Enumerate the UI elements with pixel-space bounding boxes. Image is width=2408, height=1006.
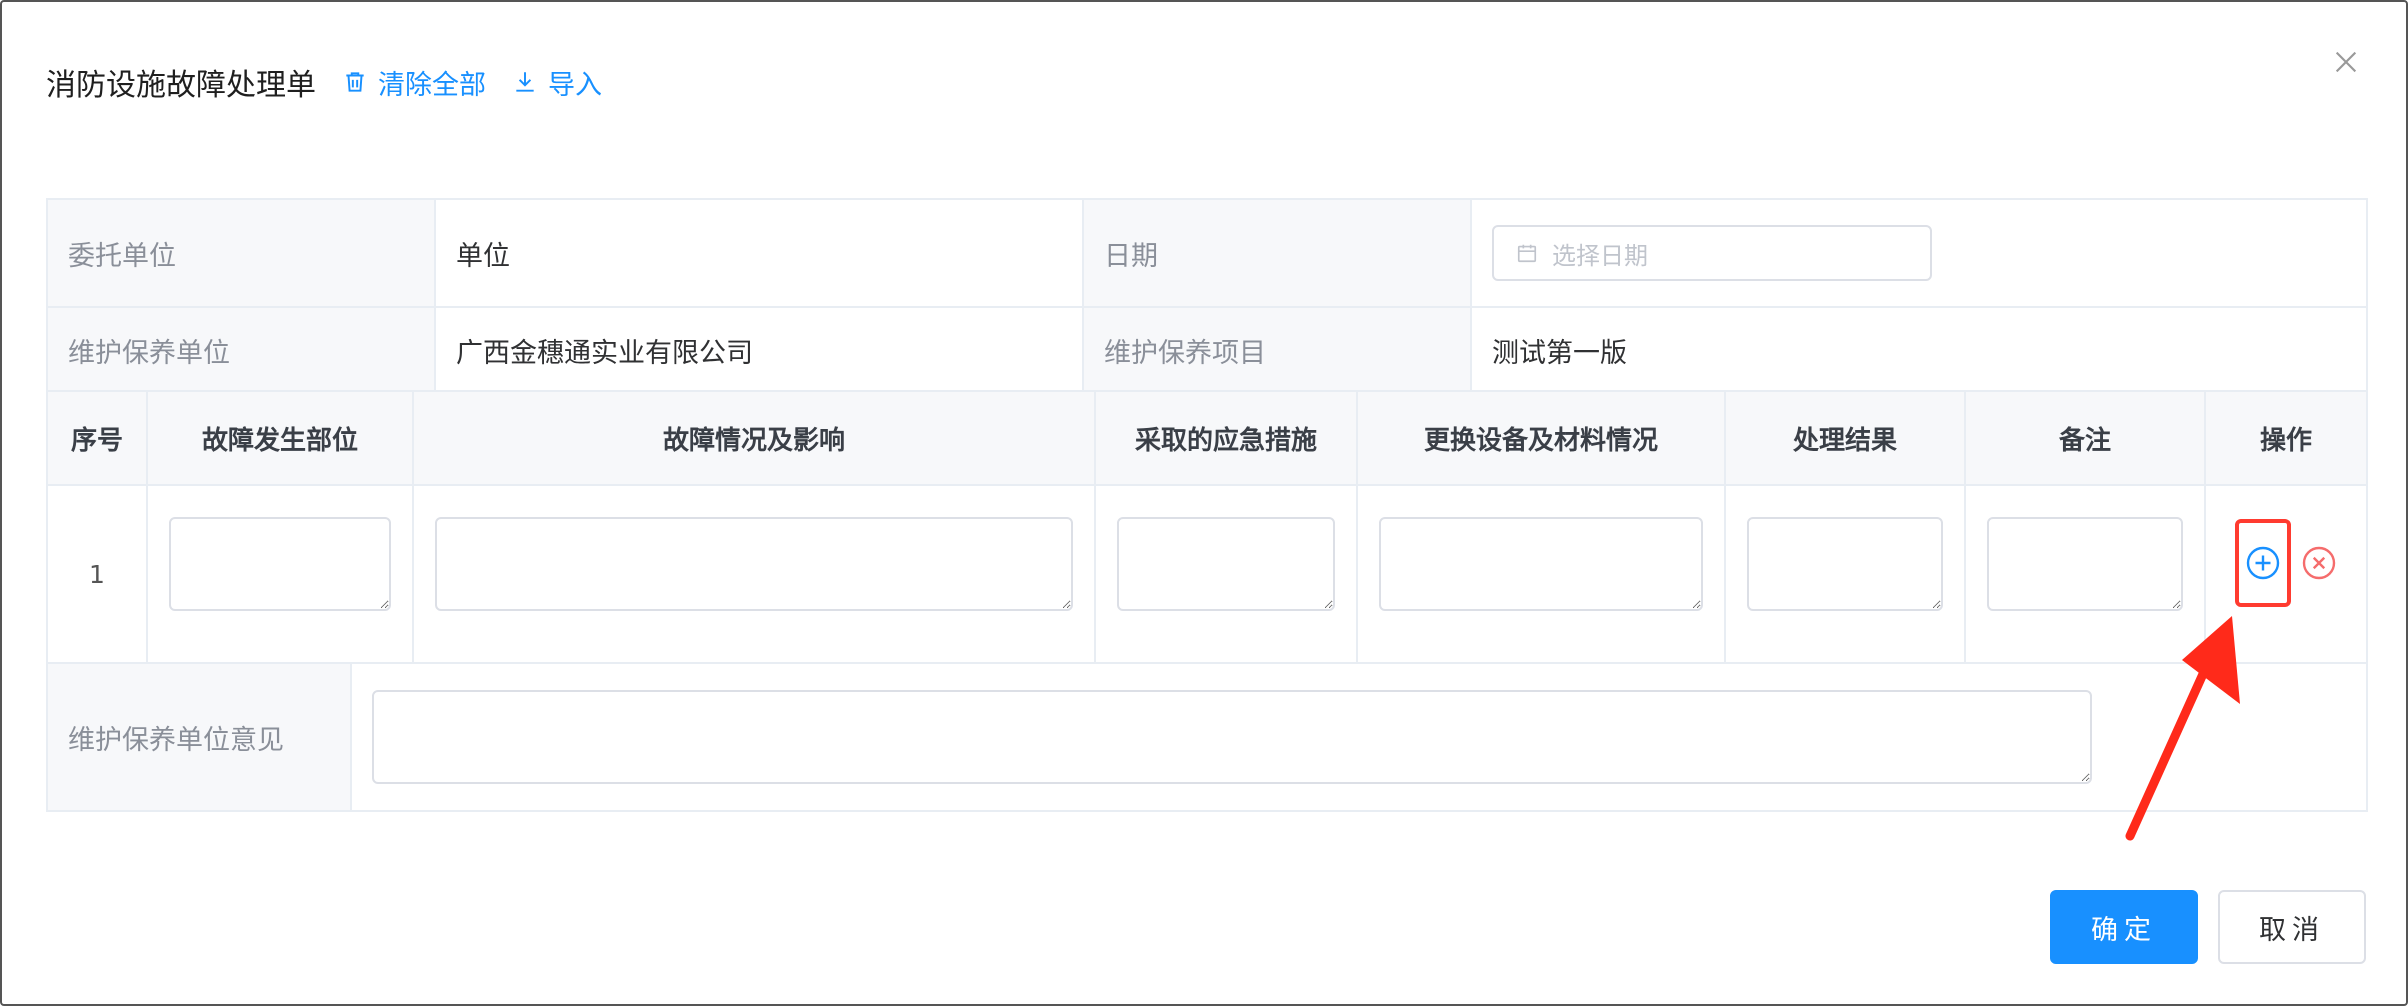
result-field[interactable] [1747,517,1943,611]
col-replacement: 更换设备及材料情况 [1356,390,1726,486]
row-actions [2207,519,2365,607]
clear-all-button[interactable]: 清除全部 [342,63,486,102]
situation-field[interactable] [435,517,1073,611]
info-table: 委托单位 单位 日期 选择日期 维护保养单位 广西金穗通实业有限公司 维护保养项… [46,198,2368,394]
remark-field[interactable] [1987,517,2183,611]
plus-circle-icon[interactable] [2245,545,2281,581]
clear-all-label: 清除全部 [378,69,486,101]
emergency-field[interactable] [1117,517,1335,611]
confirm-button[interactable]: 确定 [2050,890,2198,964]
x-circle-icon[interactable] [2301,545,2337,581]
client-unit-label: 委托单位 [46,198,436,308]
col-index: 序号 [46,390,148,486]
maint-unit-value: 广西金穗通实业有限公司 [434,306,1084,394]
date-placeholder: 选择日期 [1552,241,1648,270]
fault-report-dialog: 消防设施故障处理单 清除全部 导入 委托单位 单位 日期 选择日期 维护保养单位… [0,0,2408,1006]
cancel-button[interactable]: 取消 [2218,890,2366,964]
date-picker[interactable]: 选择日期 [1492,225,1932,281]
close-button[interactable] [2330,46,2362,78]
date-label: 日期 [1082,198,1472,308]
download-icon [516,72,534,92]
col-situation: 故障情况及影响 [412,390,1096,486]
client-unit-value: 单位 [434,198,1084,308]
maint-project-label: 维护保养项目 [1082,306,1472,394]
fault-table-header: 序号 故障发生部位 故障情况及影响 采取的应急措施 更换设备及材料情况 处理结果… [46,390,2368,486]
table-row: 1 [46,484,2368,664]
close-icon [2335,51,2357,73]
maint-unit-label: 维护保养单位 [46,306,436,394]
import-label: 导入 [548,69,602,101]
opinion-label: 维护保养单位意见 [46,662,352,812]
fault-table: 序号 故障发生部位 故障情况及影响 采取的应急措施 更换设备及材料情况 处理结果… [46,390,2368,664]
trash-icon [346,72,364,92]
dialog-header: 消防设施故障处理单 清除全部 导入 [46,58,602,106]
row-index: 1 [46,484,148,664]
maint-project-value: 测试第一版 [1470,306,2368,394]
col-action: 操作 [2204,390,2368,486]
opinion-table: 维护保养单位意见 [46,662,2368,812]
col-remark: 备注 [1964,390,2206,486]
calendar-icon [1517,244,1537,263]
col-result: 处理结果 [1724,390,1966,486]
dialog-title: 消防设施故障处理单 [46,68,316,103]
import-button[interactable]: 导入 [512,63,602,102]
replacement-field[interactable] [1379,517,1703,611]
col-location: 故障发生部位 [146,390,414,486]
location-field[interactable] [169,517,391,611]
opinion-field[interactable] [372,690,2092,784]
col-emergency: 采取的应急措施 [1094,390,1358,486]
highlight-box [2235,519,2291,607]
